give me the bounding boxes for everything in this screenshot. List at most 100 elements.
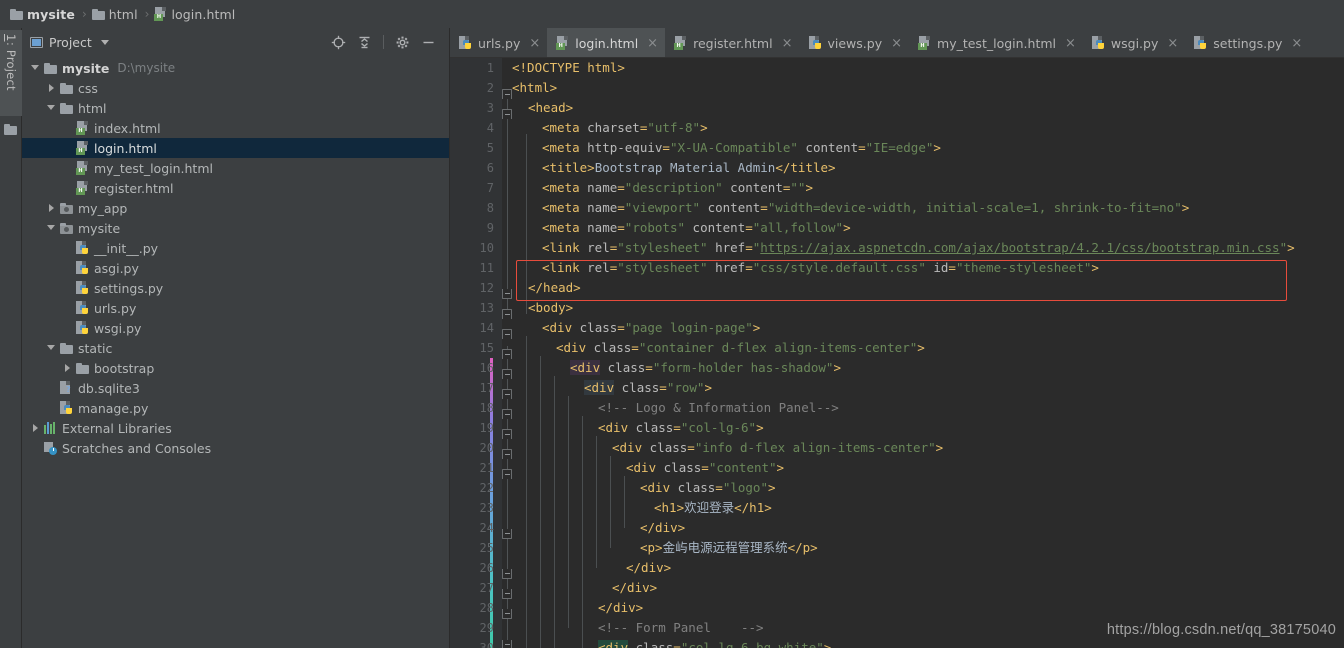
code-line[interactable]: <link rel="stylesheet" href="https://aja… [542,238,1295,258]
editor-tab-login-html[interactable]: Hlogin.html × [547,28,666,57]
fold-marker[interactable] [502,409,513,420]
code-line[interactable]: </div> [640,518,685,538]
code-line[interactable]: <meta name="description" content=""> [542,178,813,198]
code-line[interactable]: </div> [612,578,657,598]
chevron-down-icon[interactable] [100,39,109,45]
editor-tab-my-test-login-html[interactable]: Hmy_test_login.html × [909,28,1083,57]
tree-node-scratches-and-consoles[interactable]: Scratches and Consoles [22,438,450,458]
tree-node-wsgi-py[interactable]: wsgi.py [22,318,450,338]
code-line[interactable]: <div class="logo"> [640,478,776,498]
code-line[interactable]: <meta http-equiv="X-UA-Compatible" conte… [542,138,941,158]
tree-twisty-open[interactable] [46,342,58,354]
fold-marker[interactable] [502,609,513,620]
gear-icon[interactable] [395,35,410,50]
code-line[interactable]: <!-- Logo & Information Panel--> [598,398,839,418]
tree-twisty-open[interactable] [46,102,58,114]
project-tree[interactable]: mysite D:\mysite css html Hindex.html Hlogin.… [22,56,450,648]
minimize-icon[interactable] [421,35,436,50]
breadcrumb-item-mysite[interactable]: mysite [10,7,75,22]
close-icon[interactable]: × [1291,37,1302,50]
fold-marker[interactable] [502,449,513,460]
code-line[interactable]: <!DOCTYPE html> [512,58,625,78]
fold-marker[interactable] [502,640,513,648]
fold-marker[interactable] [502,289,513,300]
tree-twisty-open[interactable] [30,62,42,74]
tree-twisty-open[interactable] [46,222,58,234]
fold-marker[interactable] [502,349,513,360]
code-line[interactable]: <div class="col-lg-6"> [598,418,764,438]
tree-node-register-html[interactable]: Hregister.html [22,178,450,198]
tree-node-mysite[interactable]: mysite [22,218,450,238]
tree-node-asgi-py[interactable]: asgi.py [22,258,450,278]
fold-marker[interactable] [502,309,513,320]
tree-twisty-closed[interactable] [46,202,58,214]
fold-marker[interactable] [502,529,513,540]
close-icon[interactable]: × [782,37,793,50]
code-line[interactable]: <div class="form-holder has-shadow"> [570,358,841,378]
close-icon[interactable]: × [1167,37,1178,50]
fold-marker[interactable] [502,429,513,440]
code-line[interactable]: <div class="container d-flex align-items… [556,338,925,358]
code-line[interactable]: <div class="info d-flex align-items-cent… [612,438,943,458]
code-line[interactable]: </div> [598,598,643,618]
fold-marker[interactable] [502,469,513,480]
code-line[interactable]: <div class="row"> [584,378,712,398]
fold-marker[interactable] [502,569,513,580]
tree-node-mysite[interactable]: mysite D:\mysite [22,58,450,78]
code-line[interactable]: <html> [512,78,557,98]
tree-node-my-test-login-html[interactable]: Hmy_test_login.html [22,158,450,178]
tree-node--init-py[interactable]: __init__.py [22,238,450,258]
code-line[interactable]: <meta name="viewport" content="width=dev… [542,198,1189,218]
tree-node-bootstrap[interactable]: bootstrap [22,358,450,378]
code-line[interactable]: <meta name="robots" content="all,follow"… [542,218,851,238]
tree-node-urls-py[interactable]: urls.py [22,298,450,318]
code-line[interactable]: </div> [626,558,671,578]
editor-tab-urls-py[interactable]: urls.py × [450,28,547,57]
locate-in-tree-icon[interactable] [331,35,346,50]
close-icon[interactable]: × [1065,37,1076,50]
editor-tab-settings-py[interactable]: settings.py × [1185,28,1309,57]
tool-window-button-project[interactable]: 1: Project [0,30,22,116]
fold-marker[interactable] [502,389,513,400]
tree-node-settings-py[interactable]: settings.py [22,278,450,298]
code-line[interactable]: <div class="content"> [626,458,784,478]
close-icon[interactable]: × [529,37,540,50]
code-line[interactable]: <p>金屿电源远程管理系统</p> [640,538,818,558]
tree-node-db-sqlite3[interactable]: ? db.sqlite3 [22,378,450,398]
editor-tab-register-html[interactable]: Hregister.html × [665,28,799,57]
code-line[interactable]: <div class="page login-page"> [542,318,760,338]
breadcrumb-item-login-html[interactable]: Hlogin.html [154,7,235,22]
tree-node-my-app[interactable]: my_app [22,198,450,218]
editor-tab-wsgi-py[interactable]: wsgi.py × [1083,28,1185,57]
editor-tab-views-py[interactable]: views.py × [800,28,910,57]
code-line[interactable]: <title>Bootstrap Material Admin</title> [542,158,836,178]
tree-node-external-libraries[interactable]: External Libraries [22,418,450,438]
tree-node-index-html[interactable]: Hindex.html [22,118,450,138]
fold-marker[interactable] [502,109,513,120]
breadcrumb-item-html[interactable]: html [91,7,138,22]
fold-marker[interactable] [502,369,513,380]
tree-node-css[interactable]: css [22,78,450,98]
project-panel-title-group[interactable]: Project [30,35,109,50]
code-editor[interactable]: 1 <!DOCTYPE html> 2 <html> 3 <head> 4 <meta cha… [450,58,1344,648]
tree-twisty-closed[interactable] [62,362,74,374]
code-line[interactable]: <head> [528,98,573,118]
tree-node-login-html[interactable]: Hlogin.html [22,138,450,158]
code-line[interactable]: <!-- Form Panel --> [598,618,764,638]
collapse-all-icon[interactable] [357,35,372,50]
code-line[interactable]: <meta charset="utf-8"> [542,118,708,138]
tree-node-static[interactable]: static [22,338,450,358]
code-line[interactable]: </head> [528,278,581,298]
code-line[interactable]: <body> [528,298,573,318]
tree-node-html[interactable]: html [22,98,450,118]
tree-twisty-closed[interactable] [30,422,42,434]
fold-marker[interactable] [502,329,513,340]
code-line[interactable]: <h1>欢迎登录</h1> [654,498,772,518]
tree-twisty-closed[interactable] [46,82,58,94]
close-icon[interactable]: × [647,37,658,50]
fold-marker[interactable] [502,589,513,600]
close-icon[interactable]: × [891,37,902,50]
code-line[interactable]: <link rel="stylesheet" href="css/style.d… [542,258,1099,278]
tree-node-manage-py[interactable]: manage.py [22,398,450,418]
code-line[interactable]: <div class="col-lg-6 bg-white"> [598,638,831,648]
